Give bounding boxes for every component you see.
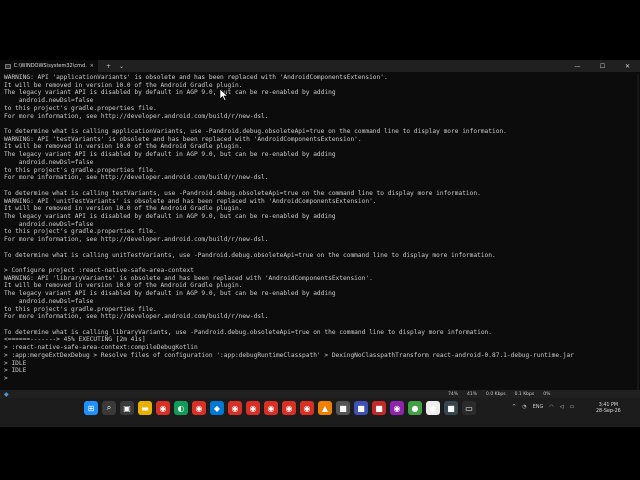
battery-icon[interactable]: ▭ [570,404,575,410]
terminal-line: It will be removed in version 10.0 of th… [4,143,243,151]
app-icon-d[interactable]: ◉ [390,401,404,415]
terminal-line: For more information, see http://develop… [4,313,269,321]
terminal-line: > IDLE [4,359,27,367]
tab-cmd[interactable]: C:\WINDOWS\system32\cmd. × [0,60,98,72]
app-icon-a[interactable]: ■ [336,401,350,415]
terminal-line: It will be removed in version 10.0 of th… [4,81,243,89]
tray-stat: 0.0 Kbps [486,392,506,397]
file-explorer-icon[interactable]: ▬ [138,401,152,415]
terminal-line: to this project's gradle.properties file… [4,104,157,112]
taskbar-apps: ⊞ ⌕ ▣ ▬ ◉ ◐ ◉ ◆ ◉ ◉ ◉ ◉ ◉ ▲ ■ ■ ■ ◉ ● ● ■ ▭ [84,401,476,415]
close-button[interactable]: ✕ [615,63,640,70]
tray-stat: 74% [448,392,459,397]
taskbar-strip: ◆ 74% 41% 0.0 Kbps 0.1 Kbps 0% [0,390,640,398]
terminal-output[interactable]: WARNING: API 'applicationVariants' is ob… [4,74,636,399]
tray-stats: 74% 41% 0.0 Kbps 0.1 Kbps 0% [448,392,550,397]
terminal-line: > [4,375,8,383]
scrollbar[interactable] [637,74,639,399]
terminal-line: To determine what is calling application… [4,128,507,136]
tray-stat: 0.1 Kbps [514,392,535,397]
app-icon-b[interactable]: ■ [354,401,368,415]
terminal-line: For more information, see http://develop… [4,174,269,182]
chrome-icon-7[interactable]: ◉ [300,401,314,415]
terminal-line: It will be removed in version 10.0 of th… [4,205,243,213]
terminal-line: The legacy variant API is disabled by de… [4,212,336,220]
terminal-icon[interactable]: ▭ [462,401,476,415]
system-tray: ^ ◔ ENG ◠ ◁ ▭ [512,404,574,410]
cmd-icon [5,63,11,69]
maximize-button[interactable]: ☐ [590,63,615,70]
tab-dropdown-button[interactable]: ⌄ [119,63,124,70]
app-icon-e[interactable]: ● [408,401,422,415]
terminal-line: To determine what is calling libraryVari… [4,328,492,336]
chrome-icon-4[interactable]: ◉ [246,401,260,415]
terminal-line: WARNING: API 'libraryVariants' is obsole… [4,274,373,282]
volume-icon[interactable]: ◁ [560,404,564,410]
terminal-line: android.newDsl=false [4,220,94,228]
task-view-icon[interactable]: ▣ [120,401,134,415]
tab-close-icon[interactable]: × [90,63,94,69]
terminal-line: > Configure project :react-native-safe-a… [4,266,194,274]
title-bar: C:\WINDOWS\system32\cmd. × + ⌄ — ☐ ✕ [0,60,640,72]
taskbar: ◆ 74% 41% 0.0 Kbps 0.1 Kbps 0% ⊞ ⌕ ▣ ▬ ◉ ◐ ◉ ◆ ◉ ◉ ◉ ◉ ◉… [0,390,640,427]
terminal-line: It will be removed in version 10.0 of th… [4,282,243,290]
terminal-line: > :react-native-safe-area-context:compil… [4,344,198,352]
clock[interactable]: 3:41 PM 28-Sep-26 [596,403,621,415]
wifi-icon[interactable]: ◠ [549,404,553,410]
terminal-line: For more information, see http://develop… [4,112,269,120]
terminal-line: WARNING: API 'testVariants' is obsolete … [4,135,362,143]
window-controls: — ☐ ✕ [565,63,640,70]
mouse-pointer-icon [219,88,229,101]
network-icon[interactable]: ◔ [522,404,526,410]
app-icon-c[interactable]: ■ [372,401,386,415]
terminal-line: WARNING: API 'applicationVariants' is ob… [4,74,388,81]
tray-stat: 0% [543,392,551,397]
terminal-line: to this project's gradle.properties file… [4,166,157,174]
terminal-line: > IDLE [4,367,27,375]
terminal-line: > :app:mergeExtDexDebug > Resolve files … [4,351,574,359]
terminal-line: android.newDsl=false [4,158,94,166]
terminal-line: For more information, see http://develop… [4,236,269,244]
terminal-line: The legacy variant API is disabled by de… [4,290,336,298]
terminal-line: To determine what is calling testVariant… [4,189,481,197]
vscode-icon[interactable]: ◆ [210,401,224,415]
terminal-line: android.newDsl=false [4,97,94,105]
chrome-icon-6[interactable]: ◉ [282,401,296,415]
terminal-window: C:\WINDOWS\system32\cmd. × + ⌄ — ☐ ✕ WAR… [0,60,640,402]
edge-icon[interactable]: ◐ [174,401,188,415]
app-icon-f[interactable]: ● [426,401,440,415]
app-icon-g[interactable]: ■ [444,401,458,415]
chrome-icon-3[interactable]: ◉ [228,401,242,415]
chrome-icon[interactable]: ◉ [156,401,170,415]
terminal-line: to this project's gradle.properties file… [4,305,157,313]
tray-chevron-icon[interactable]: ^ [512,404,516,410]
language-indicator[interactable]: ENG [533,404,544,410]
terminal-line: to this project's gradle.properties file… [4,228,157,236]
terminal-line: WARNING: API 'unitTestVariants' is obsol… [4,197,377,205]
chrome-icon-2[interactable]: ◉ [192,401,206,415]
terminal-line: The legacy variant API is disabled by de… [4,89,336,97]
terminal-line: <======-------> 45% EXECUTING [2m 41s] [4,336,146,344]
terminal-line: android.newDsl=false [4,297,94,305]
start-icon[interactable]: ⊞ [84,401,98,415]
minimize-button[interactable]: — [565,63,590,70]
widgets-icon[interactable]: ◆ [4,391,9,398]
terminal-line: The legacy variant API is disabled by de… [4,151,336,159]
tray-stat: 41% [467,392,478,397]
vlc-icon[interactable]: ▲ [318,401,332,415]
new-tab-button[interactable]: + [106,63,111,70]
tab-title: C:\WINDOWS\system32\cmd. [13,63,87,69]
terminal-line: To determine what is calling unitTestVar… [4,251,496,259]
chrome-icon-5[interactable]: ◉ [264,401,278,415]
search-icon[interactable]: ⌕ [102,401,116,415]
clock-date: 28-Sep-26 [596,409,621,414]
